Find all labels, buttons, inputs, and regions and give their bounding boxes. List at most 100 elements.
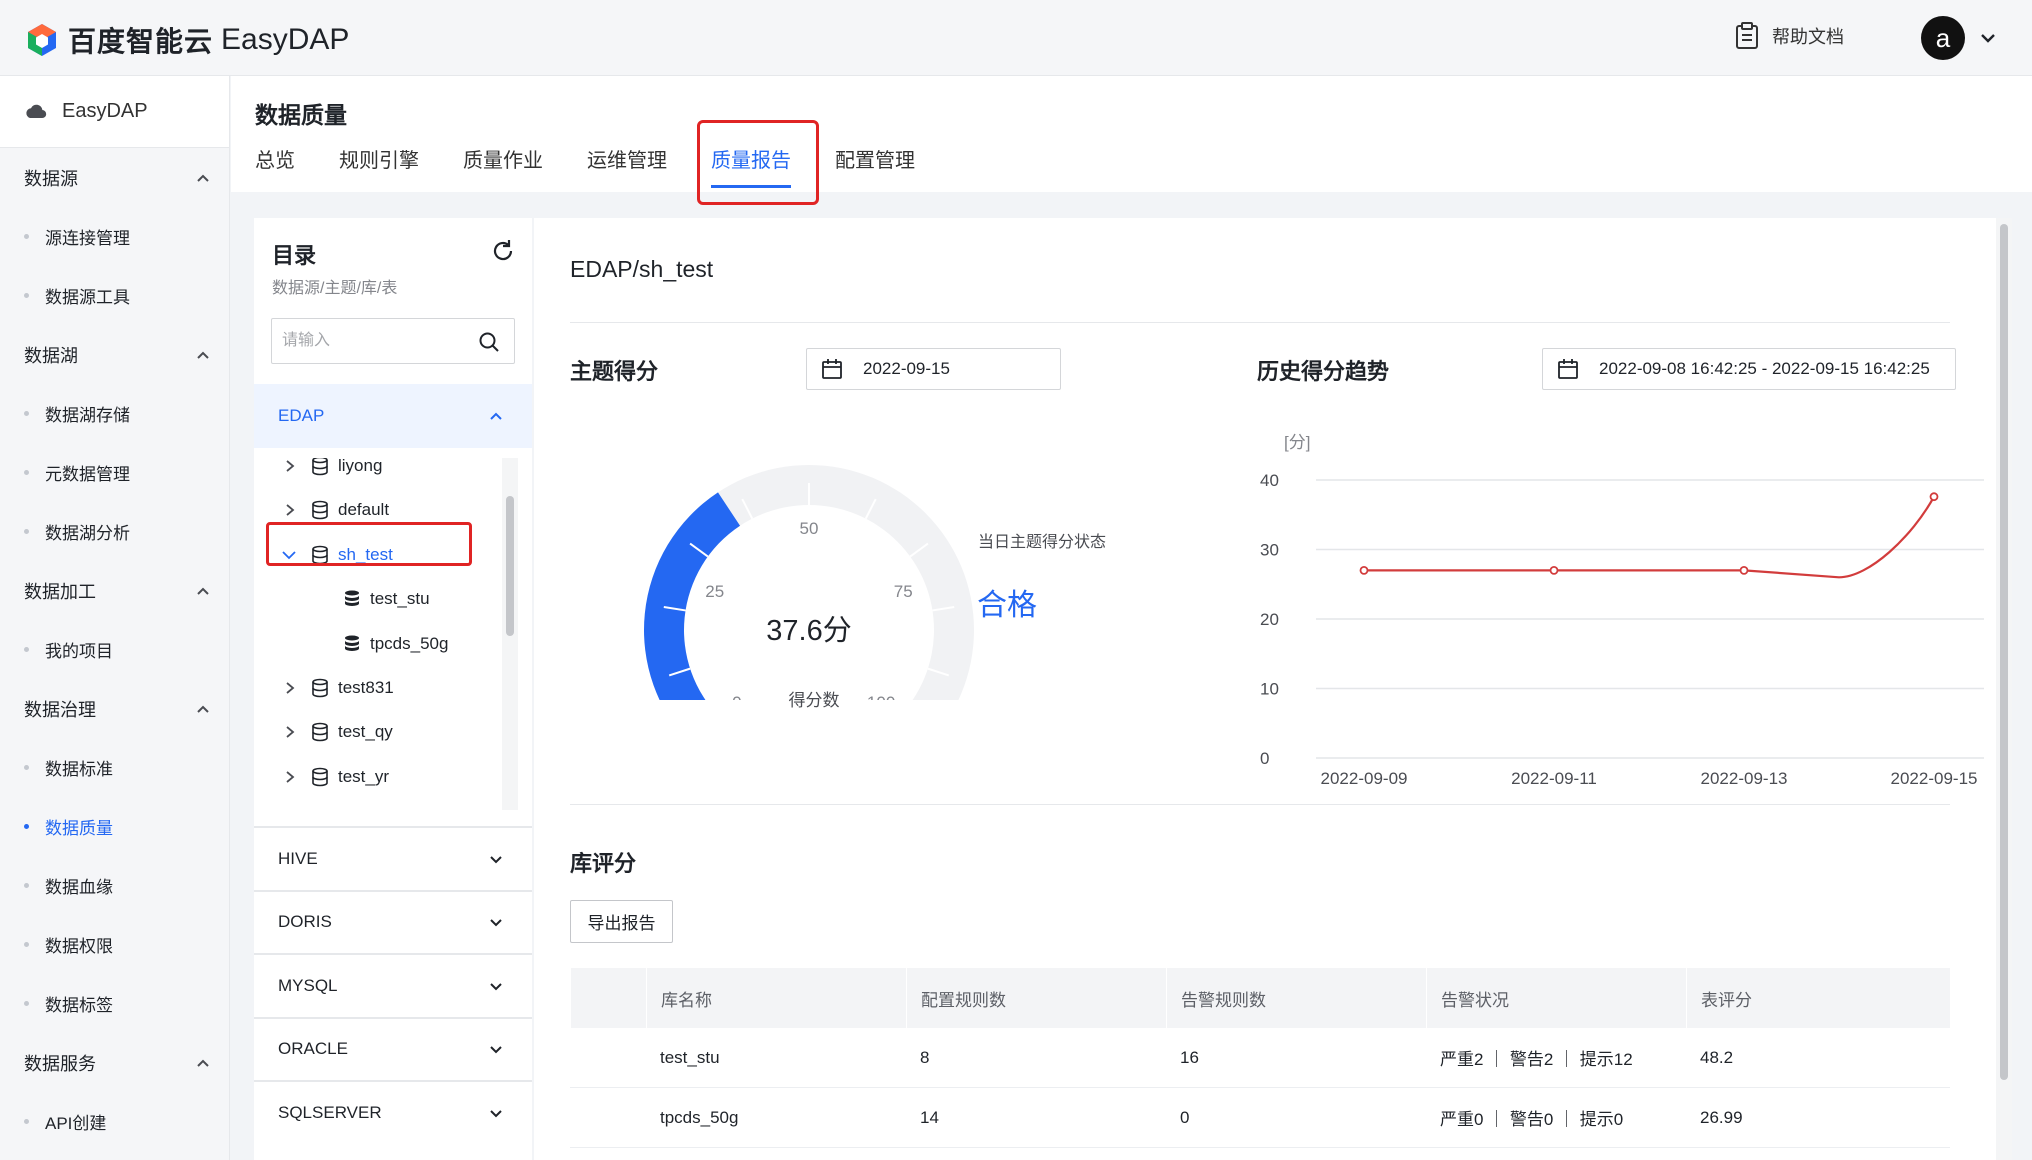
sidebar-item-3-1[interactable]: 数据质量	[0, 797, 229, 856]
sidebar-group-3[interactable]: 数据治理	[0, 679, 229, 738]
chevron-up-icon	[490, 412, 502, 420]
logo[interactable]: 百度智能云 EasyDAP	[24, 20, 349, 60]
scrollbar-thumb[interactable]	[2000, 224, 2008, 1080]
y-tick-label: 40	[1260, 471, 1279, 490]
gauge-label: 得分数	[788, 691, 840, 710]
chevron-right-icon[interactable]	[280, 501, 298, 519]
trend-point[interactable]	[1929, 492, 1939, 502]
catalog-tree-scrollbar[interactable]	[502, 458, 518, 810]
tree-node-test-qy[interactable]: test_qy	[280, 714, 393, 750]
sidebar-item-3-2[interactable]: 数据血缘	[0, 856, 229, 915]
sidebar-head[interactable]: EasyDAP	[0, 76, 229, 148]
tree-node-label: test_yr	[338, 766, 390, 786]
catalog-section-sqlserver[interactable]: SQLSERVER	[254, 1080, 532, 1143]
trend-point[interactable]	[1739, 565, 1749, 575]
sidebar-item-label: 数据标准	[45, 760, 113, 779]
catalog-tree: liyong default sh_test test_stu tpcds_50g tes…	[254, 458, 532, 810]
database-icon	[312, 678, 328, 698]
table-cell: 严重2 ｜ 警告2 ｜ 提示12	[1440, 1050, 1633, 1069]
help-docs-link[interactable]: 帮助文档	[1734, 22, 1844, 50]
sidebar-group-0[interactable]: 数据源	[0, 148, 229, 207]
avatar[interactable]: a	[1921, 16, 1965, 60]
report-panel-scrollbar[interactable]	[1996, 218, 2012, 1160]
sidebar-group-2[interactable]: 数据加工	[0, 561, 229, 620]
refresh-icon[interactable]	[490, 238, 516, 264]
table-cell: 0	[1180, 1107, 1190, 1127]
product-name: EasyDAP	[221, 23, 350, 56]
chevron-down-icon	[490, 1109, 502, 1117]
tree-node-test-yr[interactable]: test_yr	[280, 759, 389, 795]
sidebar-group-1[interactable]: 数据湖	[0, 325, 229, 384]
scrollbar-thumb[interactable]	[506, 496, 514, 636]
sidebar-item-3-3[interactable]: 数据权限	[0, 915, 229, 974]
catalog-section-edap[interactable]: EDAP	[254, 384, 532, 448]
tab-5[interactable]: 配置管理	[835, 144, 915, 188]
subject-date-picker[interactable]: 2022-09-15	[806, 348, 1061, 390]
bullet-dot	[24, 293, 29, 298]
table-cell	[570, 1088, 646, 1147]
trend-point[interactable]	[1359, 565, 1369, 575]
catalog-section-mysql[interactable]: MYSQL	[254, 953, 532, 1016]
tree-node-label: test831	[338, 678, 394, 697]
chevron-right-icon[interactable]	[280, 458, 298, 475]
sidebar-item-1-2[interactable]: 数据湖分析	[0, 502, 229, 561]
document-icon	[1736, 22, 1758, 49]
chevron-up-icon	[197, 587, 209, 595]
sidebar-item-1-1[interactable]: 元数据管理	[0, 443, 229, 502]
x-tick-label: 2022-09-15	[1891, 769, 1978, 788]
sidebar-item-0-1[interactable]: 数据源工具	[0, 266, 229, 325]
chevron-up-icon	[197, 174, 209, 182]
sidebar-item-2-0[interactable]: 我的项目	[0, 620, 229, 679]
tree-node-liyong[interactable]: liyong	[280, 458, 382, 484]
tree-node-label: test_qy	[338, 722, 393, 742]
tree-node-label: default	[338, 500, 390, 520]
report-panel: EDAP/sh_test 主题得分 2022-09-15 02550751003…	[534, 218, 1996, 1160]
chevron-right-icon[interactable]	[280, 768, 298, 786]
export-report-button[interactable]: 导出报告	[570, 900, 673, 943]
search-icon[interactable]	[478, 331, 500, 353]
tab-1[interactable]: 规则引擎	[339, 144, 419, 188]
library-score-table: 库名称 配置规则数 告警规则数 告警状况 表评分 test_stu 8 16 严重2 ｜ 警告…	[570, 968, 1950, 1148]
bullet-dot	[24, 883, 29, 888]
table-row[interactable]: test_stu 8 16 严重2 ｜ 警告2 ｜ 提示12 48.2	[570, 1028, 1950, 1088]
tree-node-test831[interactable]: test831	[280, 670, 394, 706]
tab-2[interactable]: 质量作业	[463, 144, 543, 188]
history-range-picker[interactable]: 2022-09-08 16:42:25 - 2022-09-15 16:42:2…	[1542, 348, 1956, 390]
sidebar-item-0-0[interactable]: 源连接管理	[0, 207, 229, 266]
tab-0[interactable]: 总览	[255, 144, 295, 188]
tree-node-test-zq[interactable]: test_zq	[280, 803, 393, 810]
chevron-down-icon	[490, 855, 502, 863]
bullet-dot	[24, 647, 29, 652]
sidebar-item-3-0[interactable]: 数据标准	[0, 738, 229, 797]
chevron-right-icon[interactable]	[280, 723, 298, 741]
page-header: 数据质量 总览 规则引擎 质量作业 运维管理 质量报告 配置管理	[231, 76, 2032, 192]
catalog-section-hive[interactable]: HIVE	[254, 826, 532, 889]
gauge-tick-label: 100	[867, 693, 895, 700]
catalog-section-oracle[interactable]: ORACLE	[254, 1016, 532, 1080]
catalog-search-input[interactable]	[272, 319, 462, 363]
sidebar-item-4-0[interactable]: API创建	[0, 1092, 229, 1151]
score-status-label: 当日主题得分状态	[978, 534, 1107, 551]
table-body: test_stu 8 16 严重2 ｜ 警告2 ｜ 提示12 48.2 tpcds_50g…	[570, 1028, 1950, 1148]
tree-node-test-stu[interactable]: test_stu	[342, 581, 430, 617]
table-cell: 16	[1180, 1047, 1199, 1067]
chevron-right-icon[interactable]	[280, 679, 298, 697]
chevron-down-icon[interactable]	[1976, 26, 2000, 50]
sidebar-item-3-4[interactable]: 数据标签	[0, 974, 229, 1033]
column-header: 表评分	[1686, 968, 1950, 1028]
sidebar-menu: 数据源 源连接管理 数据源工具 数据湖 数据湖存储 元数据管理 数据湖分析 数据加工 我的项目数…	[0, 148, 229, 1151]
sidebar-item-label: 数据质量	[45, 819, 113, 838]
catalog-section-label: DORIS	[278, 912, 332, 931]
database-icon	[312, 723, 328, 742]
tab-3[interactable]: 运维管理	[587, 144, 667, 188]
history-trend-chart: [分] 0 10 20 30 40 2022-09-09 2022-09-11 2022-09-…	[1260, 433, 1984, 788]
sidebar-group-4[interactable]: 数据服务	[0, 1033, 229, 1092]
trend-point[interactable]	[1549, 565, 1559, 575]
sidebar-item-1-0[interactable]: 数据湖存储	[0, 384, 229, 443]
bullet-dot	[24, 942, 29, 947]
bullet-dot	[24, 529, 29, 534]
table-row[interactable]: tpcds_50g 14 0 严重0 ｜ 警告0 ｜ 提示0 26.99	[570, 1088, 1950, 1148]
library-score-title: 库评分	[570, 851, 637, 876]
catalog-section-doris[interactable]: DORIS	[254, 889, 532, 953]
tree-node-tpcds-50g[interactable]: tpcds_50g	[342, 626, 448, 662]
